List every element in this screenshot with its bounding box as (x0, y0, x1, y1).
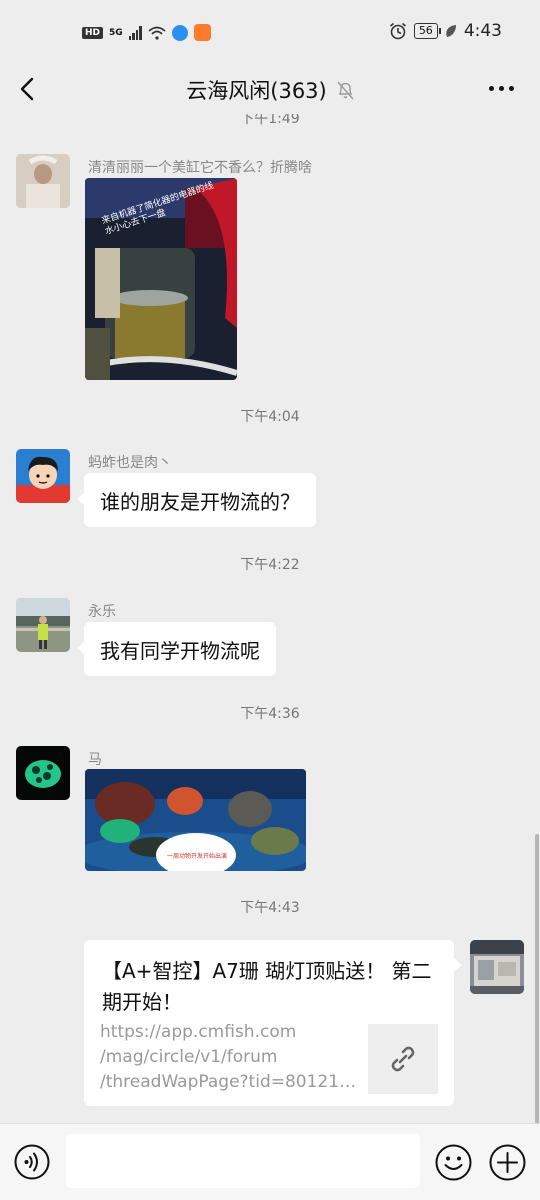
wifi-icon (148, 26, 166, 40)
link-title: 【A+智控】A7珊 瑚灯顶贴送！ 第二期开始！ (102, 959, 432, 1014)
timestamp: 下午1:49 (240, 114, 300, 127)
battery-icon: 56 (413, 23, 441, 39)
timestamp: 下午4:43 (240, 900, 300, 916)
link-url-line: /mag/circle/v1/forum (100, 1047, 278, 1067)
link-thumbnail (368, 1024, 438, 1094)
mute-bell-icon (337, 81, 354, 99)
image-message[interactable]: 来自机器了简化器的电器的线水小心去下一盘 (85, 178, 237, 380)
avatar[interactable] (16, 598, 70, 652)
app-notification-icon (171, 24, 188, 41)
play-notification-icon (193, 24, 211, 41)
link-url-line: https://app.cmfish.com (100, 1022, 297, 1042)
status-left: HD 5G (82, 24, 211, 41)
timestamp: 下午4:36 (240, 706, 300, 722)
sender-name: 马 (88, 752, 102, 768)
leaf-icon (446, 25, 456, 37)
timestamp: 下午4:04 (240, 409, 300, 425)
link-url-line: /threadWapPage?tid=80121… (100, 1072, 355, 1092)
link-card-message[interactable]: 【A+智控】A7珊 瑚灯顶贴送！ 第二期开始！ https://app.cmfi… (84, 940, 462, 1106)
text-message-bubble[interactable]: 谁的朋友是开物流的？ (77, 473, 316, 527)
avatar[interactable] (16, 449, 70, 503)
avatar[interactable] (16, 154, 70, 208)
message-list[interactable]: 下午1:49 清清丽丽一个美缸它不香么？折腾啥 来自机器了简化器的电器的线水小心… (0, 114, 540, 1124)
chat-title: 云海风闲(363) (186, 79, 327, 103)
link-url: https://app.cmfish.com /mag/circle/v1/fo… (100, 1020, 355, 1095)
text-message-bubble[interactable]: 我有同学开物流呢 (77, 622, 276, 676)
emoji-icon[interactable] (435, 1144, 472, 1181)
link-icon (391, 1046, 415, 1072)
hd-badge: HD (82, 26, 104, 39)
status-right: 56 4:43 (389, 21, 502, 41)
network-type: 5G (109, 27, 123, 38)
voice-input-icon[interactable] (14, 1144, 50, 1180)
message-input[interactable] (66, 1134, 420, 1188)
signal-icon (128, 25, 142, 40)
chat-header: 云海风闲(363) (0, 66, 540, 114)
sender-name: 蚂蚱也是肉丶 (88, 455, 172, 471)
image-message[interactable]: 一周动物开发开始出演 (85, 769, 306, 871)
alarm-icon (389, 22, 406, 40)
more-options-button[interactable] (489, 86, 514, 91)
input-bar (0, 1123, 540, 1200)
plus-icon[interactable] (489, 1144, 526, 1181)
image-caption: 一周动物开发开始出演 (166, 853, 227, 860)
clock: 4:43 (463, 21, 502, 41)
status-bar: HD 5G 56 4:43 (0, 0, 540, 66)
scrollbar[interactable] (535, 834, 539, 1124)
sender-name: 永乐 (88, 604, 116, 620)
sender-name: 清清丽丽一个美缸它不香么？折腾啥 (88, 160, 312, 176)
avatar[interactable] (16, 746, 70, 800)
timestamp: 下午4:22 (240, 557, 300, 573)
my-avatar[interactable] (470, 940, 524, 994)
